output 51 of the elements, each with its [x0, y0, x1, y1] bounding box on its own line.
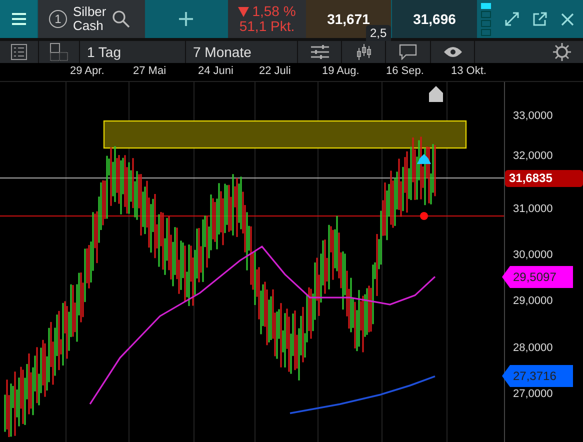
- speech-bubble-icon: [399, 44, 417, 60]
- indicator-value-tag: 27,3716: [502, 365, 573, 387]
- candlestick-icon: [356, 44, 372, 60]
- layout-button[interactable]: [39, 41, 79, 63]
- expand-icon[interactable]: [505, 12, 519, 26]
- date-axis-label: 16 Sep.: [386, 65, 424, 77]
- chart-type-button[interactable]: [342, 41, 385, 63]
- interval-dropdown[interactable]: 1 Tag: [80, 41, 185, 63]
- home-marker-icon[interactable]: [429, 86, 443, 102]
- comment-button[interactable]: [386, 41, 430, 63]
- price-axis-label: 32,0000: [513, 149, 553, 164]
- instrument-number: 1: [49, 10, 67, 28]
- list-icon: [11, 44, 27, 60]
- settings-icon: [553, 43, 571, 61]
- date-axis-label: 19 Aug.: [322, 65, 360, 77]
- instrument-name: Cash: [73, 19, 104, 33]
- range-dropdown[interactable]: 7 Monate: [186, 41, 297, 63]
- search-icon[interactable]: [112, 10, 130, 28]
- settings-sliders-button[interactable]: [298, 41, 341, 63]
- alert-triangle-marker: [417, 154, 431, 164]
- layout-icon: [50, 43, 68, 61]
- plus-icon: [178, 12, 192, 26]
- eye-icon: [444, 46, 462, 58]
- change-points: 51,1 Pkt.: [239, 19, 295, 34]
- price-axis-label: 30,0000: [513, 248, 553, 262]
- price-axis-label: 28,0000: [513, 340, 553, 354]
- price-axis-label: 31,0000: [513, 202, 553, 216]
- menu-icon: [12, 13, 26, 25]
- price-axis-label: 29,0000: [513, 294, 553, 308]
- settings-button[interactable]: [475, 41, 583, 63]
- spread-badge: 2,5: [366, 25, 391, 41]
- sliders-icon: [310, 45, 328, 59]
- indicator-value-tag: 29,5097: [502, 266, 573, 288]
- close-icon[interactable]: [561, 12, 574, 26]
- date-axis-label: 29 Apr.: [70, 65, 104, 77]
- change-percent: 1,58 %: [252, 4, 296, 19]
- dot-marker: [420, 212, 428, 220]
- list-button[interactable]: [0, 41, 38, 63]
- popout-icon[interactable]: [533, 12, 547, 26]
- date-axis-label: 22 Juli: [259, 65, 291, 77]
- price-axis-label: 27,0000: [513, 386, 553, 401]
- ask-price-button[interactable]: 31,696: [392, 0, 477, 38]
- instrument-name: Silber: [73, 5, 106, 19]
- view-button[interactable]: [431, 41, 474, 63]
- price-axis-label: 33,0000: [513, 109, 553, 123]
- panel-stack-icon[interactable]: [481, 2, 491, 36]
- menu-button[interactable]: [0, 0, 37, 38]
- date-axis-label: 24 Juni: [198, 65, 234, 77]
- date-axis-label: 27 Mai: [133, 65, 166, 77]
- current-price-tag: 31,6835: [505, 170, 583, 187]
- date-axis-label: 13 Okt.: [451, 65, 486, 77]
